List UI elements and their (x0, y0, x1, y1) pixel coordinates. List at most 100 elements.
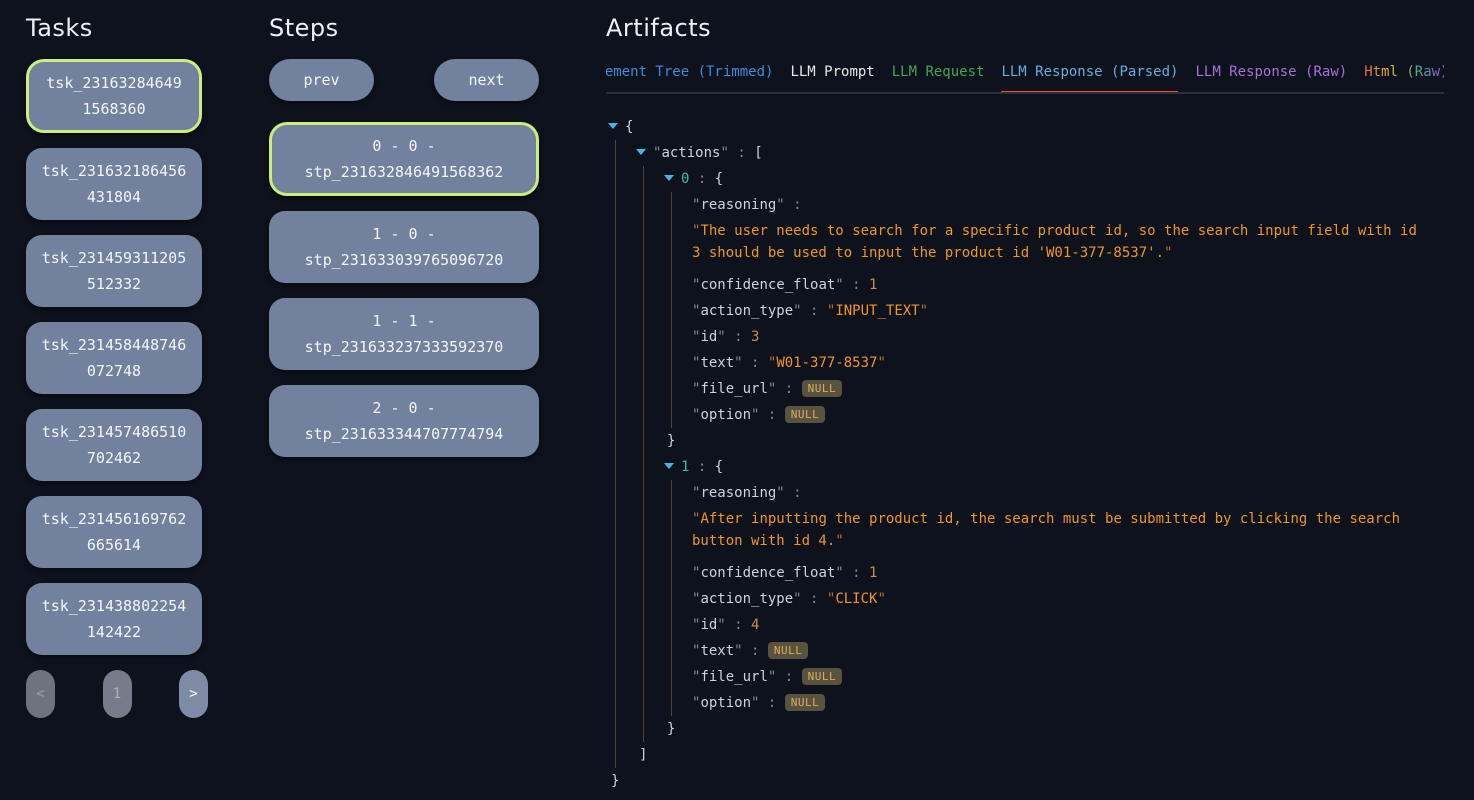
json-number-value: 4 (751, 617, 759, 633)
json-key-row: "option" : NULL (692, 402, 1444, 428)
collapse-arrow-icon[interactable] (664, 463, 674, 469)
task-button[interactable]: tsk_231456169762 665614 (26, 496, 202, 568)
json-text: " (717, 617, 725, 633)
json-key-row: "reasoning" : (692, 480, 1444, 506)
task-button[interactable]: tsk_231459311205 512332 (26, 235, 202, 307)
json-root-open: { (608, 114, 1444, 140)
json-children: "reasoning" :"After inputting the produc… (671, 480, 1444, 716)
json-text: " (717, 329, 725, 345)
json-key: text (700, 643, 734, 659)
task-button[interactable]: tsk_231458448746 072748 (26, 322, 202, 394)
step-button[interactable]: 1 - 1 - stp_231633237333592370 (269, 298, 539, 370)
json-key-row: "text" : "W01-377-8537" (692, 350, 1444, 376)
json-item-close: } (664, 716, 1444, 742)
json-text: " (920, 303, 928, 319)
json-children: "actions" : [0 : {"reasoning" :"The user… (615, 140, 1444, 768)
json-key: text (700, 355, 734, 371)
json-text: : (729, 145, 754, 161)
task-button[interactable]: tsk_231457486510 702462 (26, 409, 202, 481)
json-string-value: INPUT_TEXT (835, 303, 919, 319)
json-array-close: ] (636, 742, 1444, 768)
task-list: tsk_23163284649 1568360 tsk_231632186456 … (26, 59, 202, 655)
json-text: : (802, 303, 827, 319)
collapse-arrow-icon[interactable] (608, 123, 618, 129)
json-text: : (743, 355, 768, 371)
prev-step-button[interactable]: prev (269, 59, 374, 101)
json-key: actions (661, 145, 720, 161)
tab-llm-request[interactable]: LLM Request (892, 64, 985, 92)
json-key: action_type (700, 303, 793, 319)
json-text: { (625, 119, 633, 135)
json-key-row: "action_type" : "CLICK" (692, 586, 1444, 612)
json-text: " (720, 145, 728, 161)
json-key-row: "id" : 3 (692, 324, 1444, 350)
tab-llm-response-parsed[interactable]: LLM Response (Parsed) (1001, 64, 1178, 92)
json-string-block: "After inputting the product id, the sea… (692, 508, 1420, 552)
json-key-row: "file_url" : NULL (692, 664, 1444, 690)
task-button[interactable]: tsk_23163284649 1568360 (26, 59, 202, 133)
next-step-button[interactable]: next (434, 59, 539, 101)
json-string-value: W01-377-8537 (776, 355, 877, 371)
json-text: : (776, 381, 801, 397)
json-text: ] (639, 747, 647, 763)
json-key-row: "text" : NULL (692, 638, 1444, 664)
json-item-open: 0 : { (664, 166, 1444, 192)
pagination: < 1 > (26, 670, 208, 718)
json-key: confidence_float (700, 565, 835, 581)
json-text: " (734, 355, 742, 371)
json-key: confidence_float (700, 277, 835, 293)
json-key: option (700, 407, 751, 423)
json-null-badge: NULL (768, 642, 809, 659)
step-button[interactable]: 0 - 0 - stp_231632846491568362 (269, 122, 539, 196)
pagination-prev-button[interactable]: < (26, 670, 55, 718)
json-text: : (759, 407, 784, 423)
task-button[interactable]: tsk_231632186456 431804 (26, 148, 202, 220)
pagination-page-button[interactable]: 1 (103, 670, 132, 718)
json-string-value: After inputting the product id, the sear… (692, 511, 1400, 549)
tasks-panel: Tasks tsk_23163284649 1568360tsk_2316321… (26, 0, 202, 718)
json-children: 0 : {"reasoning" :"The user needs to sea… (643, 166, 1444, 742)
json-root-close: } (608, 768, 1444, 794)
tab-llm-prompt[interactable]: LLM Prompt (790, 64, 874, 92)
pagination-next-button[interactable]: > (179, 670, 208, 718)
json-key: id (700, 329, 717, 345)
json-null-badge: NULL (802, 380, 843, 397)
json-text: " (1164, 245, 1172, 261)
json-text: : (726, 617, 751, 633)
json-text: " (793, 591, 801, 607)
json-key-row: "file_url" : NULL (692, 376, 1444, 402)
tab-element-tree-trimmed[interactable]: Element Tree (Trimmed) (606, 64, 773, 92)
json-text: " (835, 565, 843, 581)
task-button[interactable]: tsk_231438802254 142422 (26, 583, 202, 655)
collapse-arrow-icon[interactable] (664, 175, 674, 181)
json-text: } (667, 721, 675, 737)
tab-html-raw[interactable]: Html (Raw) (1364, 64, 1444, 92)
json-string-value: The user needs to search for a specific … (692, 223, 1417, 261)
json-text: " (776, 197, 784, 213)
json-null-badge: NULL (785, 694, 826, 711)
collapse-arrow-icon[interactable] (636, 149, 646, 155)
json-key-row: "option" : NULL (692, 690, 1444, 716)
json-key: reasoning (700, 485, 776, 501)
json-key-row: "confidence_float" : 1 (692, 560, 1444, 586)
json-text: " (734, 643, 742, 659)
json-string-value: CLICK (835, 591, 877, 607)
json-string-block: "The user needs to search for a specific… (692, 220, 1420, 264)
json-text: : (776, 669, 801, 685)
json-text: : (844, 565, 869, 581)
json-key: id (700, 617, 717, 633)
json-array-open: "actions" : [ (636, 140, 1444, 166)
steps-title: Steps (269, 14, 539, 42)
artifact-tabs: Element Tree (Trimmed) LLM Prompt LLM Requ… (606, 64, 1444, 94)
json-key: reasoning (700, 197, 776, 213)
step-button[interactable]: 1 - 0 - stp_231633039765096720 (269, 211, 539, 283)
json-tree: {"actions" : [0 : {"reasoning" :"The use… (606, 114, 1444, 794)
step-nav: prev next (269, 59, 539, 101)
json-key-row: "confidence_float" : 1 (692, 272, 1444, 298)
json-text: : (743, 643, 768, 659)
steps-panel: Steps prev next 0 - 0 - stp_231632846491… (269, 0, 539, 472)
step-button[interactable]: 2 - 0 - stp_231633344707774794 (269, 385, 539, 457)
json-null-badge: NULL (785, 406, 826, 423)
json-text: { (715, 459, 723, 475)
tab-llm-response-raw[interactable]: LLM Response (Raw) (1195, 64, 1347, 92)
